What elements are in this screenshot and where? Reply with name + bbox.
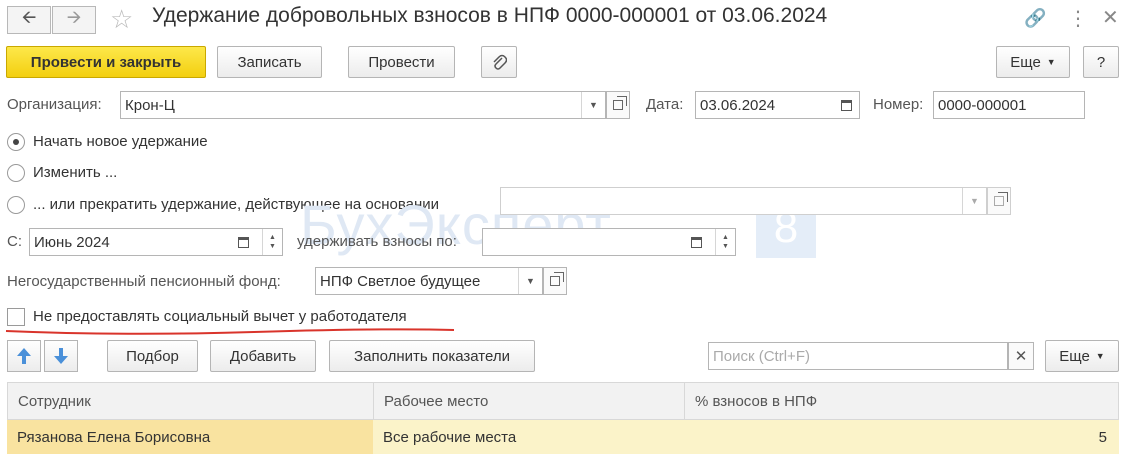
open-org-button[interactable] <box>606 91 630 119</box>
to-label: удерживать взносы по: <box>297 233 457 250</box>
search-placeholder: Поиск (Ctrl+F) <box>713 347 810 365</box>
number-field[interactable]: 0000-000001 <box>933 91 1085 119</box>
pick-button[interactable]: Подбор <box>107 340 198 372</box>
deduction-checkbox[interactable] <box>7 308 25 326</box>
from-field[interactable]: Июнь 2024 ▲ ▼ <box>29 228 283 256</box>
radio-new-label: Начать новое удержание <box>33 133 208 150</box>
date-value: 03.06.2024 <box>700 96 776 114</box>
open-icon <box>613 96 627 110</box>
search-input[interactable]: Поиск (Ctrl+F) <box>708 342 1008 370</box>
red-underline <box>5 328 455 335</box>
paperclip-icon <box>493 54 507 70</box>
date-label: Дата: <box>646 96 684 113</box>
chevron-down-icon: ▼ <box>1046 57 1056 67</box>
post-button[interactable]: Провести <box>348 46 455 78</box>
open-icon <box>550 272 564 286</box>
cell-workplace[interactable]: Все рабочие места <box>373 420 684 454</box>
cell-employee[interactable]: Рязанова Елена Борисовна <box>7 420 373 454</box>
arrow-left-icon: 🡨 <box>21 7 37 27</box>
number-value: 0000-000001 <box>938 96 1027 114</box>
attach-button[interactable] <box>481 46 517 78</box>
window-title: Удержание добровольных взносов в НПФ 000… <box>152 4 828 27</box>
column-header-workplace[interactable]: Рабочее место <box>374 383 685 419</box>
to-field[interactable]: ▲ ▼ <box>482 228 736 256</box>
help-button[interactable]: ? <box>1083 46 1119 78</box>
radio-change[interactable] <box>7 164 25 182</box>
table-header: Сотрудник Рабочее место % взносов в НПФ <box>7 382 1119 420</box>
forward-button[interactable]: 🡪 <box>52 6 96 34</box>
org-field[interactable]: Крон-Ц ▼ <box>120 91 606 119</box>
org-label: Организация: <box>7 96 102 113</box>
fund-field[interactable]: НПФ Светлое будущее ▼ <box>315 267 543 295</box>
arrow-down-icon <box>54 348 68 364</box>
basis-field[interactable]: ▼ <box>500 187 987 215</box>
close-icon[interactable]: ✕ <box>1102 5 1119 30</box>
radio-change-label: Изменить ... <box>33 164 118 181</box>
more-button[interactable]: Еще ▼ <box>996 46 1070 78</box>
arrow-up-icon <box>17 348 31 364</box>
arrow-right-icon: 🡪 <box>66 7 82 27</box>
move-up-button[interactable] <box>7 340 41 372</box>
dropdown-arrow-icon[interactable]: ▼ <box>581 92 605 118</box>
table-more-label: Еще <box>1059 347 1090 365</box>
fund-value: НПФ Светлое будущее <box>320 272 481 290</box>
clear-search-button[interactable]: ✕ <box>1008 342 1034 370</box>
from-label: С: <box>7 233 22 250</box>
table-more-button[interactable]: Еще ▼ <box>1045 340 1119 372</box>
open-basis-button[interactable] <box>987 187 1011 215</box>
calendar-icon[interactable] <box>835 92 857 118</box>
from-value: Июнь 2024 <box>34 233 110 251</box>
number-label: Номер: <box>873 96 924 113</box>
open-fund-button[interactable] <box>543 267 567 295</box>
spin-icon[interactable]: ▲ ▼ <box>715 229 735 255</box>
calendar-icon[interactable] <box>232 229 254 255</box>
add-button[interactable]: Добавить <box>210 340 316 372</box>
spin-icon[interactable]: ▲ ▼ <box>262 229 282 255</box>
calendar-icon[interactable] <box>685 229 707 255</box>
link-icon[interactable]: 🔗 <box>1024 8 1046 29</box>
open-icon <box>994 192 1008 206</box>
dropdown-arrow-icon[interactable]: ▼ <box>518 268 542 294</box>
chevron-down-icon: ▼ <box>1095 351 1105 361</box>
star-icon[interactable]: ☆ <box>110 4 133 35</box>
save-button[interactable]: Записать <box>217 46 322 78</box>
column-header-employee[interactable]: Сотрудник <box>8 383 374 419</box>
fill-button[interactable]: Заполнить показатели <box>329 340 535 372</box>
move-down-button[interactable] <box>44 340 78 372</box>
radio-new[interactable] <box>7 133 25 151</box>
date-field[interactable]: 03.06.2024 <box>695 91 860 119</box>
dropdown-arrow-icon[interactable]: ▼ <box>962 188 986 214</box>
table-row[interactable]: Рязанова Елена Борисовна Все рабочие мес… <box>7 420 1119 454</box>
more-label: Еще <box>1010 53 1041 71</box>
more-vertical-icon[interactable]: ⋮ <box>1068 6 1088 31</box>
cell-percent[interactable]: 5 <box>684 420 1119 454</box>
deduction-label: Не предоставлять социальный вычет у рабо… <box>33 308 407 325</box>
close-icon: ✕ <box>1014 348 1028 365</box>
post-and-close-button[interactable]: Провести и закрыть <box>6 46 206 78</box>
column-header-percent[interactable]: % взносов в НПФ <box>685 383 1118 419</box>
org-value: Крон-Ц <box>125 96 175 114</box>
fund-label: Негосударственный пенсионный фонд: <box>7 273 281 290</box>
radio-stop[interactable] <box>7 196 25 214</box>
back-button[interactable]: 🡨 <box>7 6 51 34</box>
